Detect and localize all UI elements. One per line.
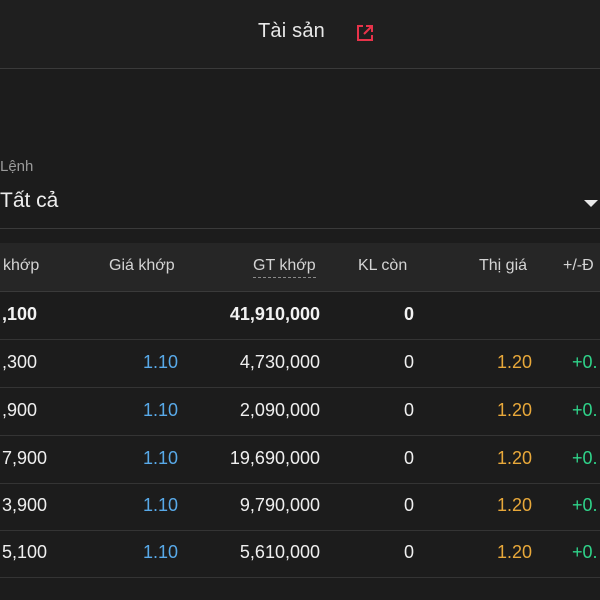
matched-volume-cell: 3,900	[2, 495, 48, 515]
matched-price-cell: 1.10	[142, 400, 178, 420]
table-row[interactable]: 5,100 1.10 5,610,000 0 1.20 +0.	[0, 530, 600, 578]
column-header-change[interactable]: +/-Đ	[563, 257, 594, 275]
column-header-remaining-volume[interactable]: KL còn	[358, 257, 407, 275]
summary-matched-volume: ,100	[2, 304, 38, 324]
table-row[interactable]: 7,900 1.10 19,690,000 0 1.20 +0.	[0, 436, 600, 484]
table-row[interactable]: ,300 1.10 4,730,000 0 1.20 +0.	[0, 340, 600, 388]
external-link-icon[interactable]	[355, 23, 375, 43]
matched-value-cell: 9,790,000	[239, 495, 320, 515]
order-filter-label: Lệnh	[0, 158, 34, 175]
matched-price-cell: 1.10	[142, 448, 178, 468]
remaining-volume-cell: 0	[403, 352, 414, 372]
filter-divider	[0, 228, 600, 229]
order-filter-value: Tất cả	[0, 189, 59, 212]
change-cell: +0.	[572, 542, 598, 562]
change-cell: +0.	[572, 400, 598, 420]
summary-remaining-volume: 0	[403, 304, 414, 324]
change-cell: +0.	[572, 495, 598, 515]
matched-volume-cell: ,900	[2, 400, 38, 420]
matched-value-cell: 2,090,000	[239, 400, 320, 420]
matched-value-cell: 4,730,000	[239, 352, 320, 372]
market-price-cell: 1.20	[496, 400, 532, 420]
column-header-matched-volume[interactable]: khớp	[3, 257, 39, 275]
market-price-cell: 1.20	[496, 495, 532, 515]
matched-price-cell: 1.10	[142, 495, 178, 515]
order-filter-select[interactable]: Tất cả	[0, 184, 600, 220]
matched-volume-cell: 5,100	[2, 542, 48, 562]
table-row[interactable]: 3,900 1.10 9,790,000 0 1.20 +0.	[0, 483, 600, 531]
matched-price-cell: 1.10	[142, 542, 178, 562]
remaining-volume-cell: 0	[403, 542, 414, 562]
change-cell: +0.	[572, 448, 598, 468]
remaining-volume-cell: 0	[403, 495, 414, 515]
matched-value-cell: 19,690,000	[229, 448, 320, 468]
matched-volume-cell: ,300	[2, 352, 38, 372]
market-price-cell: 1.20	[496, 352, 532, 372]
summary-matched-value: 41,910,000	[229, 304, 320, 324]
column-header-matched-value[interactable]: GT khớp	[253, 257, 316, 278]
column-header-market-price[interactable]: Thị giá	[479, 257, 527, 275]
remaining-volume-cell: 0	[403, 448, 414, 468]
page-title: Tài sản	[258, 20, 325, 42]
caret-down-icon	[584, 200, 598, 207]
change-cell: +0.	[572, 352, 598, 372]
remaining-volume-cell: 0	[403, 400, 414, 420]
table-row[interactable]: ,900 1.10 2,090,000 0 1.20 +0.	[0, 388, 600, 436]
market-price-cell: 1.20	[496, 448, 532, 468]
table-header-row: khớp Giá khớp GT khớp KL còn Thị giá +/-…	[0, 243, 600, 292]
column-header-matched-price[interactable]: Giá khớp	[109, 257, 175, 275]
summary-row: ,100 41,910,000 0	[0, 292, 600, 340]
market-price-cell: 1.20	[496, 542, 532, 562]
asset-screen: Tài sản Lệnh Tất cả khớp Giá khớp GT khớ…	[0, 0, 600, 600]
matched-volume-cell: 7,900	[2, 448, 48, 468]
matched-value-cell: 5,610,000	[239, 542, 320, 562]
matched-price-cell: 1.10	[142, 352, 178, 372]
header-bar: Tài sản	[0, 0, 600, 69]
